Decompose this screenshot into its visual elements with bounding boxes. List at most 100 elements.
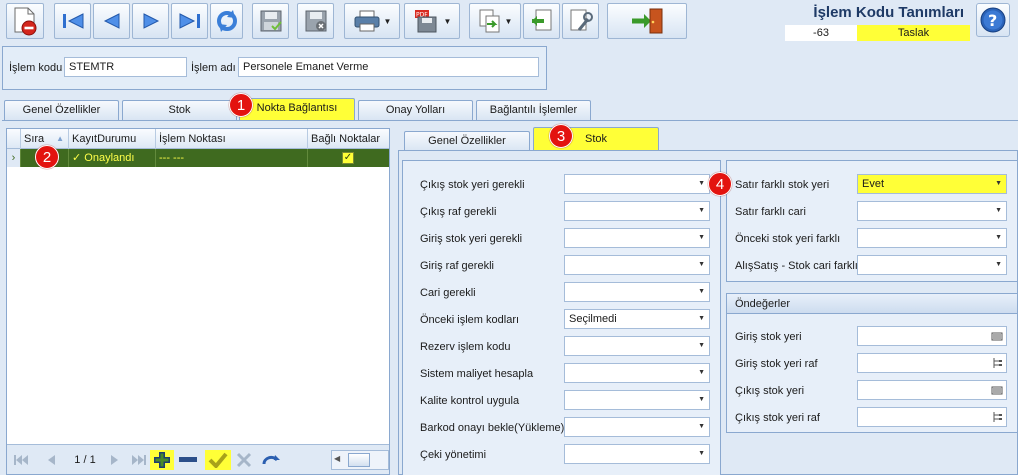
tab-baglantili-islemler[interactable]: Bağlantılı İşlemler [476,100,591,120]
giris-stok-yeri-input[interactable] [857,326,1007,346]
subtab-genel-ozellikler[interactable]: Genel Özellikler [404,131,530,151]
onceki-islem-kodlari-select[interactable]: Seçilmedi ▼ [564,309,710,329]
title-box: İşlem Kodu Tanımları -63 Taslak [785,3,970,41]
scroll-left-icon[interactable]: ◀ [334,454,340,463]
tab-stok[interactable]: Stok [122,100,237,120]
tools-button[interactable] [562,3,599,39]
islem-kodu-input[interactable]: STEMTR [64,57,187,77]
chevron-down-icon[interactable]: ▼ [505,17,513,26]
import-button[interactable] [523,3,560,39]
barcode-icon[interactable] [991,330,1003,342]
chevron-down-icon[interactable]: ▼ [384,17,392,26]
islem-adi-input[interactable]: Personele Emanet Verme [238,57,539,77]
checkbox-checked-icon[interactable]: ✓ [342,152,354,164]
last-icon [179,13,200,29]
tab-genel-ozellikler[interactable]: Genel Özellikler [4,100,119,120]
last-record-button[interactable] [171,3,208,39]
chevron-down-icon[interactable]: ▼ [995,256,1002,274]
cikis-stok-yeri-input[interactable] [857,380,1007,400]
chevron-down-icon[interactable]: ▼ [995,175,1002,193]
field-label: Satır farklı stok yeri [735,179,830,191]
cari-gerekli-select[interactable]: ▼ [564,282,710,302]
new-delete-icon [14,7,37,36]
cancel-save-button[interactable] [297,3,334,39]
chevron-down-icon[interactable]: ▼ [995,229,1002,247]
nav-next-button[interactable] [105,450,125,470]
cikis-raf-gerekli-select[interactable]: ▼ [564,201,710,221]
giris-raf-gerekli-select[interactable]: ▼ [564,255,710,275]
select-value: Seçilmedi [569,313,617,325]
right-settings-group: Satır farklı stok yeri Evet ▼ Satır farkl… [726,160,1018,282]
chevron-down-icon[interactable]: ▼ [698,391,705,409]
nav-cancel-button[interactable] [233,450,255,470]
chevron-down-icon[interactable]: ▼ [995,202,1002,220]
horizontal-scrollbar[interactable]: ◀ [331,450,389,470]
callout-3: 3 [549,124,573,148]
save-button[interactable] [252,3,289,39]
callout-4: 4 [708,172,732,196]
chevron-down-icon[interactable]: ▼ [698,310,705,328]
nav-first-button[interactable] [11,450,31,470]
exit-button[interactable] [607,3,687,39]
callout-1: 1 [229,93,253,117]
refresh-button[interactable] [210,3,243,39]
table-row[interactable]: › ✓ Onaylandı --- --- ✓ [7,149,389,167]
scroll-thumb[interactable] [348,453,370,467]
chevron-down-icon[interactable]: ▼ [444,17,452,26]
field-label: Çıkış stok yeri [735,385,805,397]
sistem-maliyet-hesapla-select[interactable]: ▼ [564,363,710,383]
cell-kayit-durumu[interactable]: ✓ Onaylandı [69,149,156,167]
cell-islem-noktasi[interactable]: --- --- [156,149,308,167]
chevron-down-icon[interactable]: ▼ [698,337,705,355]
onceki-stok-yeri-farkli-select[interactable]: ▼ [857,228,1007,248]
kalite-kontrol-uygula-select[interactable]: ▼ [564,390,710,410]
cell-bagli-noktalar[interactable]: ✓ [308,149,389,167]
giris-stok-yeri-raf-input[interactable] [857,353,1007,373]
tab-nokta-baglantisi[interactable]: Nokta Bağlantısı [239,98,355,120]
field-label: Giriş stok yeri raf [735,358,818,370]
tools-icon [570,9,593,31]
alissatis-stok-cari-farkli-select[interactable]: ▼ [857,255,1007,275]
tab-onay-yollari[interactable]: Onay Yolları [358,100,473,120]
nav-last-button[interactable] [127,450,151,470]
tree-icon[interactable] [991,411,1003,423]
nav-confirm-button[interactable] [205,450,231,470]
pdf-save-icon: PDF [414,10,437,33]
check-icon: ✓ [72,152,82,164]
chevron-down-icon[interactable]: ▼ [698,175,705,193]
previous-record-button[interactable] [93,3,130,39]
cikis-stok-yeri-raf-input[interactable] [857,407,1007,427]
prev-icon [48,455,55,465]
nav-delete-button[interactable] [177,450,199,470]
chevron-down-icon[interactable]: ▼ [698,418,705,436]
giris-stok-yeri-gerekli-select[interactable]: ▼ [564,228,710,248]
copy-button[interactable]: ▼ [469,3,521,39]
satir-farkli-cari-select[interactable]: ▼ [857,201,1007,221]
pdf-save-button[interactable]: PDF ▼ [404,3,460,39]
first-record-button[interactable] [54,3,91,39]
chevron-down-icon[interactable]: ▼ [698,202,705,220]
chevron-down-icon[interactable]: ▼ [698,283,705,301]
new-delete-button[interactable] [6,3,44,39]
rezerv-islem-kodu-select[interactable]: ▼ [564,336,710,356]
satir-farkli-stok-yeri-select[interactable]: Evet ▼ [857,174,1007,194]
nav-prev-button[interactable] [41,450,61,470]
nav-refresh-button[interactable] [259,450,283,470]
cikis-stok-yeri-gerekli-select[interactable]: ▼ [564,174,710,194]
print-button[interactable]: ▼ [344,3,400,39]
tree-icon[interactable] [991,357,1003,369]
import-icon [531,9,551,31]
col-bagli-noktalar[interactable]: Bağlı Noktalar [308,129,389,149]
help-button[interactable]: ? [976,3,1010,37]
barkod-onayi-bekle-select[interactable]: ▼ [564,417,710,437]
nav-add-button[interactable] [150,450,174,470]
chevron-down-icon[interactable]: ▼ [698,229,705,247]
chevron-down-icon[interactable]: ▼ [698,364,705,382]
ceki-yonetimi-select[interactable]: ▼ [564,444,710,464]
chevron-down-icon[interactable]: ▼ [698,445,705,463]
next-record-button[interactable] [132,3,169,39]
chevron-down-icon[interactable]: ▼ [698,256,705,274]
col-islem-noktasi[interactable]: İşlem Noktası [156,129,308,149]
barcode-icon[interactable] [991,384,1003,396]
col-kayit-durumu[interactable]: KayıtDurumu [69,129,156,149]
